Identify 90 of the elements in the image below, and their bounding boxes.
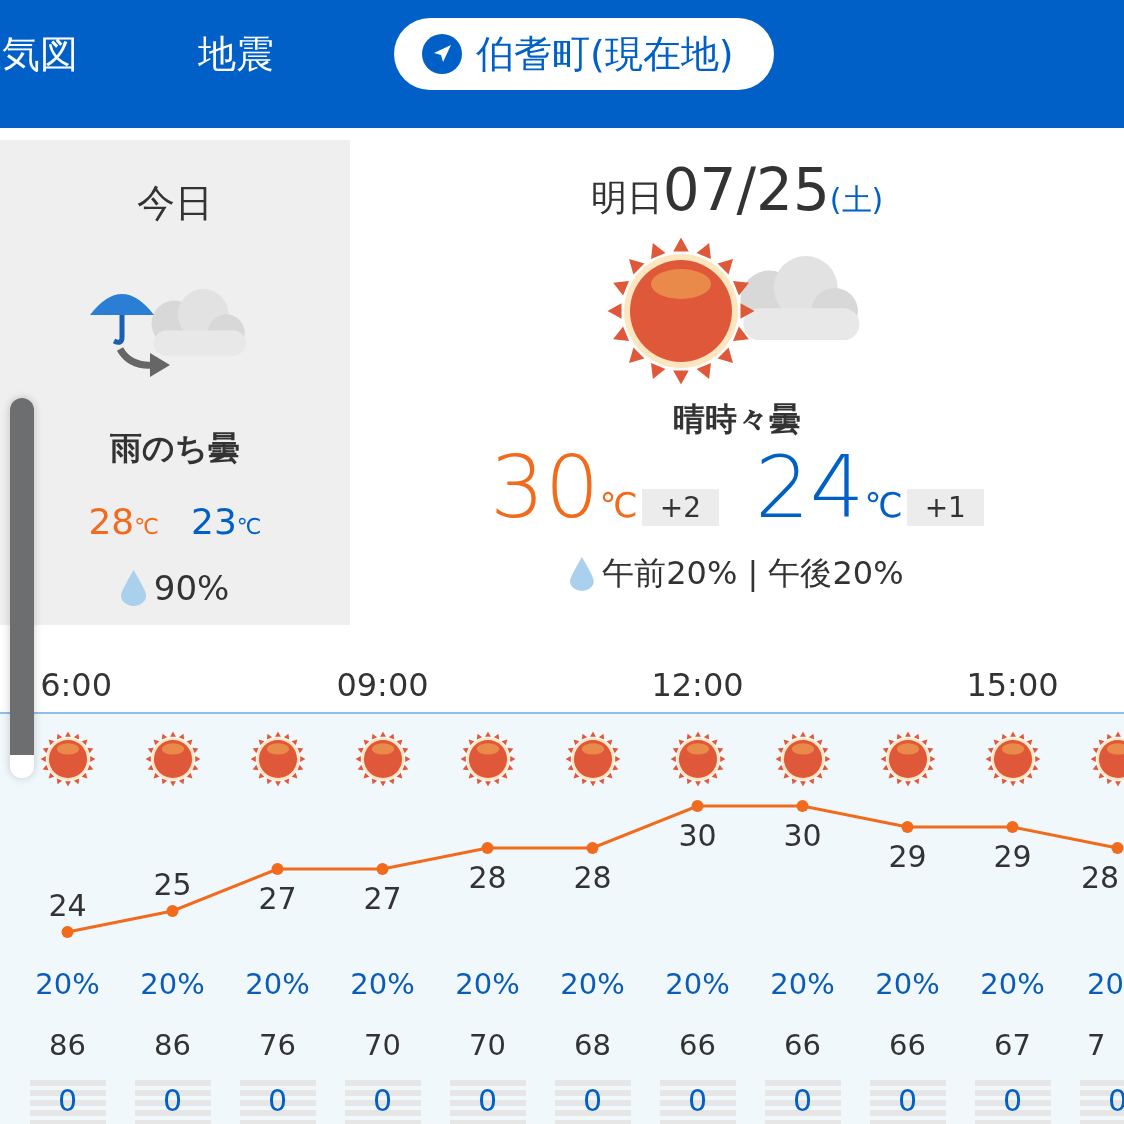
unit-text: ℃ [599, 485, 638, 525]
data-point [901, 821, 914, 833]
tab[interactable]: 地震 [198, 18, 274, 90]
humidity-cell: 67 [994, 1028, 1031, 1062]
rain-chance-cell: 20 [1087, 967, 1124, 1001]
temperature-difference: +1 [906, 489, 984, 526]
precipitation-cell: 0 [764, 1080, 841, 1124]
high-temperature: 30 [490, 444, 600, 530]
rain-chance: 90% [153, 568, 230, 608]
rain-chance-cell: 20% [665, 967, 730, 1001]
humidity-cell: 76 [259, 1028, 296, 1062]
sun-icon [984, 731, 1041, 787]
precipitation-cell: 0 [869, 1080, 946, 1124]
weather-text: 雨のち曇 [110, 428, 240, 469]
rain-chance-cell: 20% [875, 967, 940, 1001]
humidity-cell: 68 [574, 1028, 611, 1062]
tab[interactable]: 伯耆町(現在地) [394, 18, 774, 90]
precipitation-cell: 0 [344, 1080, 421, 1124]
raindrop-icon [570, 557, 595, 591]
humidity-cell: 66 [679, 1028, 716, 1062]
data-point [1006, 821, 1019, 833]
raindrop-icon [120, 570, 146, 606]
precipitation-cell: 0 [554, 1080, 631, 1124]
low-temperature: 24 [755, 444, 865, 530]
data-point [691, 800, 704, 812]
temperature-label: 28 [573, 860, 612, 895]
temperature-label: 29 [888, 839, 927, 874]
precipitation-cell: 0 [134, 1080, 211, 1124]
humidity-cell: 86 [154, 1028, 191, 1062]
humidity-cell: 70 [364, 1028, 401, 1062]
rain-chance-cell: 20% [35, 967, 100, 1001]
rain-chance-cell: 20% [455, 967, 520, 1001]
sun-icon [39, 731, 96, 787]
precipitation-cell: 0 [29, 1080, 106, 1124]
tab[interactable]: 気図 [2, 18, 78, 90]
temperature-label: 28 [1080, 860, 1120, 895]
sun-icon [564, 731, 621, 787]
rain-chance-cell: 20% [350, 967, 415, 1001]
weather-text: 晴時々曇 [673, 399, 801, 440]
data-point [166, 905, 179, 917]
data-point [376, 863, 389, 875]
temperature-label: 28 [468, 860, 507, 895]
sun-icon [774, 731, 831, 787]
temperature-label: 24 [48, 888, 87, 923]
precipitation-cell: 0 [659, 1080, 736, 1124]
time-label: 09:00 [336, 666, 429, 704]
sun-icon [354, 731, 411, 787]
time-label: 6:00 [40, 666, 112, 704]
humidity-cell: 66 [784, 1028, 821, 1062]
scrollbar[interactable] [10, 398, 34, 778]
humidity-cell: 86 [49, 1028, 86, 1062]
rain-chance-cell: 20% [140, 967, 205, 1001]
rain-chance: 午前20% | 午後20% [602, 553, 904, 594]
precipitation-cell: 0 [239, 1080, 316, 1124]
precipitation-cell: 0 [974, 1080, 1051, 1124]
data-point [481, 842, 494, 854]
temperature-label: 25 [153, 867, 192, 902]
humidity-cell: 7 [1087, 1028, 1106, 1062]
sun-icon [459, 731, 516, 787]
sun-icon [144, 731, 201, 787]
rain-chance-cell: 20% [770, 967, 835, 1001]
data-point [796, 800, 809, 812]
temperature-label: 29 [993, 839, 1032, 874]
temperature-label: 27 [258, 881, 297, 916]
date-text: 07/25 [662, 156, 830, 224]
low-temperature: 23℃ [191, 501, 262, 542]
temperature-label: 30 [678, 818, 717, 853]
day-title: 今日 [137, 180, 213, 227]
day-title: 明日 [590, 176, 663, 220]
weekday-text: (土) [829, 181, 884, 219]
data-point [586, 842, 599, 854]
precipitation-cell: 0 [449, 1080, 526, 1124]
rain-chance-cell: 20% [245, 967, 310, 1001]
time-label: 15:00 [966, 666, 1059, 704]
sun-icon [879, 731, 936, 787]
temperature-label: 30 [783, 818, 822, 853]
humidity-cell: 66 [889, 1028, 926, 1062]
high-temperature: 28℃ [88, 501, 159, 542]
humidity-cell: 70 [469, 1028, 506, 1062]
data-point [271, 863, 284, 875]
temperature-difference: +2 [641, 489, 719, 526]
sun-icon [669, 731, 726, 787]
rain-chance-cell: 20% [560, 967, 625, 1001]
time-label: 12:00 [651, 666, 744, 704]
data-point [1111, 842, 1124, 854]
sun-icon [249, 731, 306, 787]
temperature-label: 27 [363, 881, 402, 916]
data-point [61, 926, 74, 938]
rain-chance-cell: 20% [980, 967, 1045, 1001]
unit-text: ℃ [864, 485, 903, 525]
